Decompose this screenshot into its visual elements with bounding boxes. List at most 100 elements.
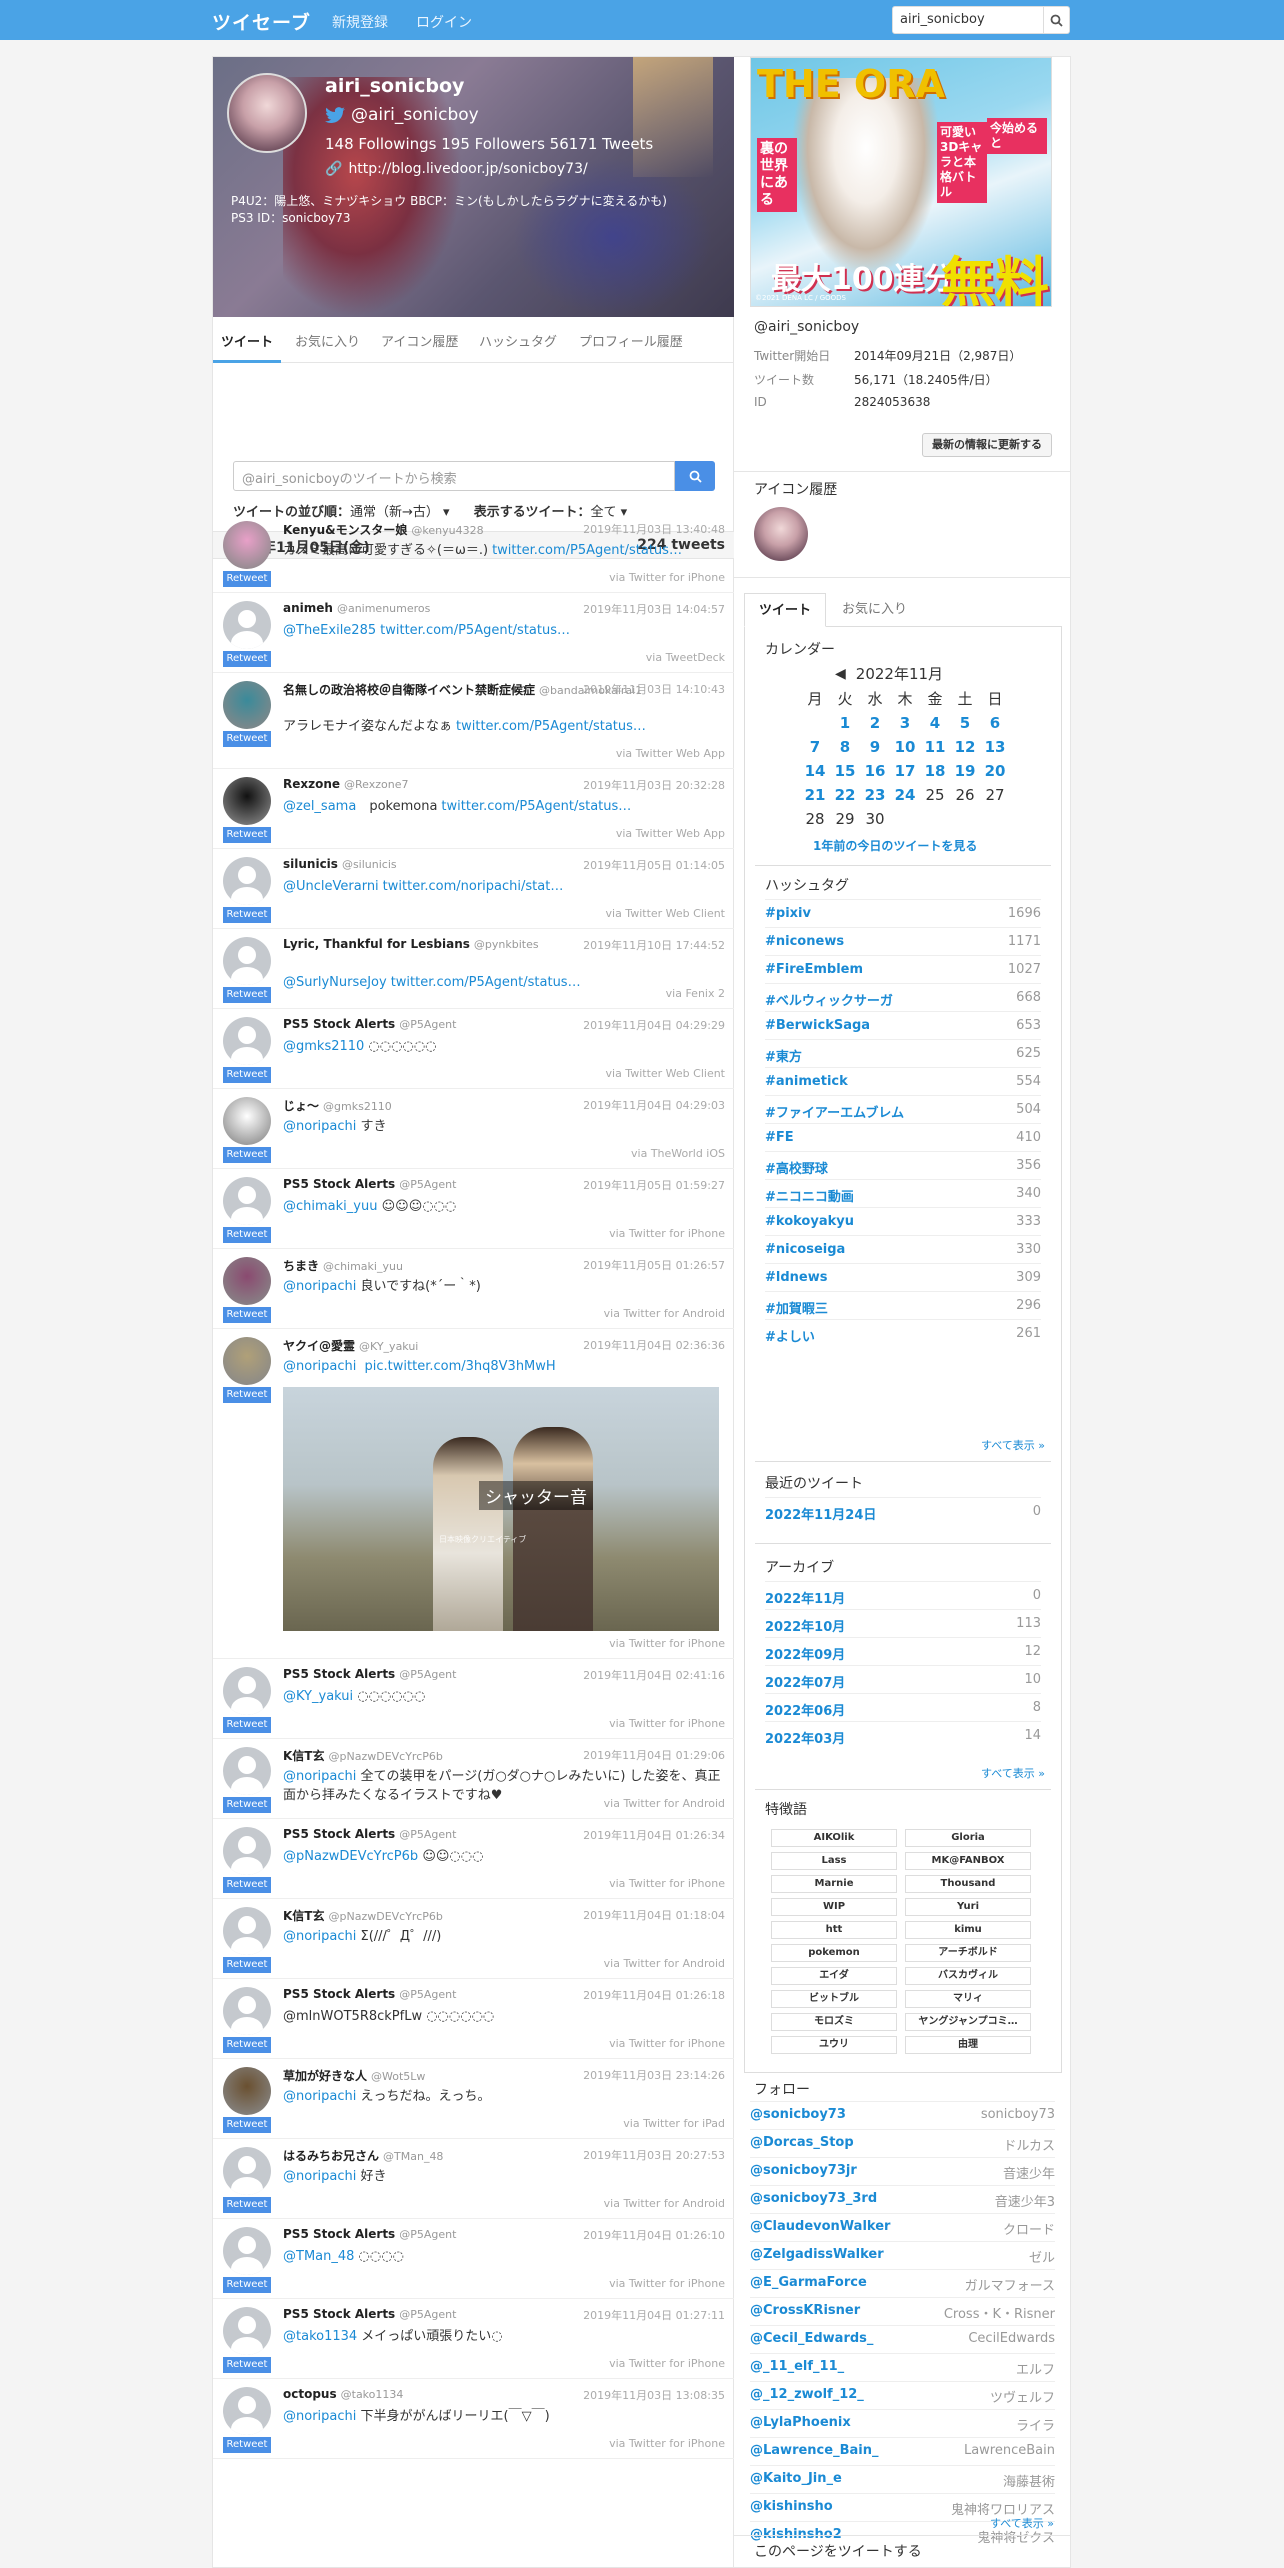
calendar-day[interactable]: 2 [860, 711, 890, 735]
follow-row[interactable]: @Dorcas_Stop ドルカス [750, 2129, 1055, 2157]
hashtag-row[interactable]: #東方 625 [765, 1039, 1041, 1067]
tweet-link[interactable]: twitter.com/P5Agent/status… [391, 975, 581, 990]
follow-row[interactable]: @sonicboy73jr 音速少年 [750, 2157, 1055, 2185]
tweet-date[interactable]: 2019年11月04日 04:29:03 [583, 1097, 725, 1113]
tweet-avatar[interactable] [223, 2387, 271, 2435]
calendar-day[interactable]: 21 [800, 783, 830, 807]
tab-hashtags[interactable]: ハッシュタグ [471, 323, 565, 363]
follow-row[interactable]: @Cecil_Edwards_ CecilEdwards [750, 2325, 1055, 2353]
follow-more-link[interactable]: すべて表示 » [990, 2515, 1054, 2531]
archive-more-link[interactable]: すべて表示 » [981, 1765, 1045, 1781]
tweet-author[interactable]: Rexzone @Rexzone7 [283, 777, 409, 791]
calendar-day[interactable]: 22 [830, 783, 860, 807]
tweet-avatar[interactable] [223, 2307, 271, 2355]
tweet-avatar[interactable] [223, 681, 271, 729]
tweet-date[interactable]: 2019年11月03日 14:10:43 [583, 681, 725, 697]
tweet-mention[interactable]: @noripachi [283, 1279, 356, 1294]
calendar-day[interactable]: 4 [920, 711, 950, 735]
tab-tweets[interactable]: ツイート [213, 323, 282, 363]
tweet-mention[interactable]: @noripachi [283, 2409, 356, 2424]
hashtag-row[interactable]: #niconews 1171 [765, 927, 1041, 955]
archive-row[interactable]: 2022年09月 12 [765, 1637, 1041, 1665]
tweet-author[interactable]: octopus @tako1134 [283, 2387, 403, 2401]
tweet-date[interactable]: 2019年11月04日 01:29:06 [583, 1747, 725, 1763]
tweet-avatar[interactable] [223, 1337, 271, 1385]
tweet-author[interactable]: PS5 Stock Alerts @P5Agent [283, 1667, 456, 1681]
keyword-tag[interactable]: kimu [905, 1921, 1031, 1939]
tweet-author[interactable]: Lyric, Thankful for Lesbians @pynkbites [283, 937, 539, 951]
signup-link[interactable]: 新規登録 [332, 12, 388, 32]
tweet-date[interactable]: 2019年11月04日 01:26:18 [583, 1987, 725, 2003]
hashtag-row[interactable]: #BerwickSaga 653 [765, 1011, 1041, 1039]
hashtag-row[interactable]: #nicoseiga 330 [765, 1235, 1041, 1263]
follow-row[interactable]: @E_GarmaForce ガルマフォース [750, 2269, 1055, 2297]
tweet-link[interactable]: twitter.com/P5Agent/status… [380, 623, 570, 638]
tweet-author[interactable]: K信T玄 @pNazwDEVcYrcP6b [283, 1747, 443, 1764]
tweet-link[interactable]: twitter.com/P5Agent/status… [456, 719, 646, 734]
tweet-mention[interactable]: @noripachi [283, 1769, 356, 1784]
tweet-mention[interactable]: @noripachi [283, 1929, 356, 1944]
tweet-mention[interactable]: @noripachi [283, 2089, 356, 2104]
tweet-avatar[interactable] [223, 777, 271, 825]
calendar-day[interactable]: 24 [890, 783, 920, 807]
advertisement-banner[interactable]: THE ORA 裏の世界にある 可愛い3Dキャラと本格バトル 今始めると 最大1… [750, 57, 1052, 307]
hashtag-row[interactable]: #ldnews 309 [765, 1263, 1041, 1291]
tweet-mention[interactable]: @gmks2110 [283, 1039, 364, 1054]
tweet-mention[interactable]: @noripachi [283, 1359, 356, 1374]
follow-row[interactable]: @sonicboy73_3rd 音速少年3 [750, 2185, 1055, 2213]
archive-row[interactable]: 2022年10月 113 [765, 1609, 1041, 1637]
tab-icon-history[interactable]: アイコン履歴 [373, 323, 466, 363]
tweet-avatar[interactable] [223, 601, 271, 649]
tweet-link[interactable]: pic.twitter.com/3hq8V3hMwH [365, 1359, 556, 1374]
profile-handle-row[interactable]: @airi_sonicboy [325, 105, 479, 125]
tweet-date[interactable]: 2019年11月05日 01:26:57 [583, 1257, 725, 1273]
tweet-avatar[interactable] [223, 937, 271, 985]
calendar-day[interactable]: 12 [950, 735, 980, 759]
tweet-author[interactable]: 草加が好きな人 @Wot5Lw [283, 2067, 425, 2084]
tweet-author[interactable]: PS5 Stock Alerts @P5Agent [283, 1987, 456, 2001]
tweet-avatar[interactable] [223, 1177, 271, 1225]
refresh-info-button[interactable]: 最新の情報に更新する [922, 433, 1052, 457]
tweet-author[interactable]: PS5 Stock Alerts @P5Agent [283, 1827, 456, 1841]
keyword-tag[interactable]: Yuri [905, 1898, 1031, 1916]
tweet-avatar[interactable] [223, 1097, 271, 1145]
tweet-author[interactable]: PS5 Stock Alerts @P5Agent [283, 1017, 456, 1031]
hashtag-row[interactable]: #FireEmblem 1027 [765, 955, 1041, 983]
calendar-day[interactable]: 5 [950, 711, 980, 735]
tab-profile-history[interactable]: プロフィール履歴 [571, 323, 691, 363]
tweet-author[interactable]: silunicis @silunicis [283, 857, 397, 871]
follow-row[interactable]: @Lawrence_Bain_ LawrenceBain [750, 2437, 1055, 2465]
calendar-day[interactable]: 16 [860, 759, 890, 783]
calendar-day[interactable]: 9 [860, 735, 890, 759]
calendar-day[interactable]: 23 [860, 783, 890, 807]
tweet-mention[interactable]: @noripachi [283, 1119, 356, 1134]
tweet-mention[interactable]: @SurlyNurseJoy [283, 975, 387, 990]
tweet-date[interactable]: 2019年11月03日 20:27:53 [583, 2147, 725, 2163]
keyword-tag[interactable]: Thousand [905, 1875, 1031, 1893]
keyword-tag[interactable]: htt [771, 1921, 897, 1939]
keyword-tag[interactable]: Marnie [771, 1875, 897, 1893]
tweet-author[interactable]: ちまき @chimaki_yuu [283, 1257, 403, 1274]
tweet-date[interactable]: 2019年11月04日 02:41:16 [583, 1667, 725, 1683]
tweet-date[interactable]: 2019年11月04日 02:36:36 [583, 1337, 725, 1353]
login-link[interactable]: ログイン [416, 12, 472, 32]
follow-row[interactable]: @ZelgadissWalker ゼル [750, 2241, 1055, 2269]
calendar-day[interactable]: 10 [890, 735, 920, 759]
hashtag-row[interactable]: #ニコニコ動画 340 [765, 1179, 1041, 1207]
calendar-day[interactable]: 7 [800, 735, 830, 759]
tweet-date[interactable]: 2019年11月04日 01:18:04 [583, 1907, 725, 1923]
tweet-mention[interactable]: @tako1134 [283, 2329, 357, 2344]
follow-row[interactable]: @_12_zwolf_12_ ツヴェルフ [750, 2381, 1055, 2409]
keyword-tag[interactable]: WIP [771, 1898, 897, 1916]
tweet-date[interactable]: 2019年11月05日 01:14:05 [583, 857, 725, 873]
tweet-mention[interactable]: @pNazwDEVcYrcP6b [283, 1849, 418, 1864]
tweet-mention[interactable]: @KY_yakui [283, 1689, 353, 1704]
hashtag-row[interactable]: #ファイアーエムブレム 504 [765, 1095, 1041, 1123]
tweet-avatar[interactable] [223, 1827, 271, 1875]
tweet-date[interactable]: 2019年11月03日 13:08:35 [583, 2387, 725, 2403]
tweet-search-input[interactable]: @airi_sonicboyのツイートから検索 [233, 461, 675, 491]
calendar-day[interactable]: 13 [980, 735, 1010, 759]
follow-row[interactable]: @sonicboy73 sonicboy73 [750, 2101, 1055, 2129]
keyword-tag[interactable]: バスカヴィル [905, 1967, 1031, 1985]
calendar-day[interactable]: 18 [920, 759, 950, 783]
